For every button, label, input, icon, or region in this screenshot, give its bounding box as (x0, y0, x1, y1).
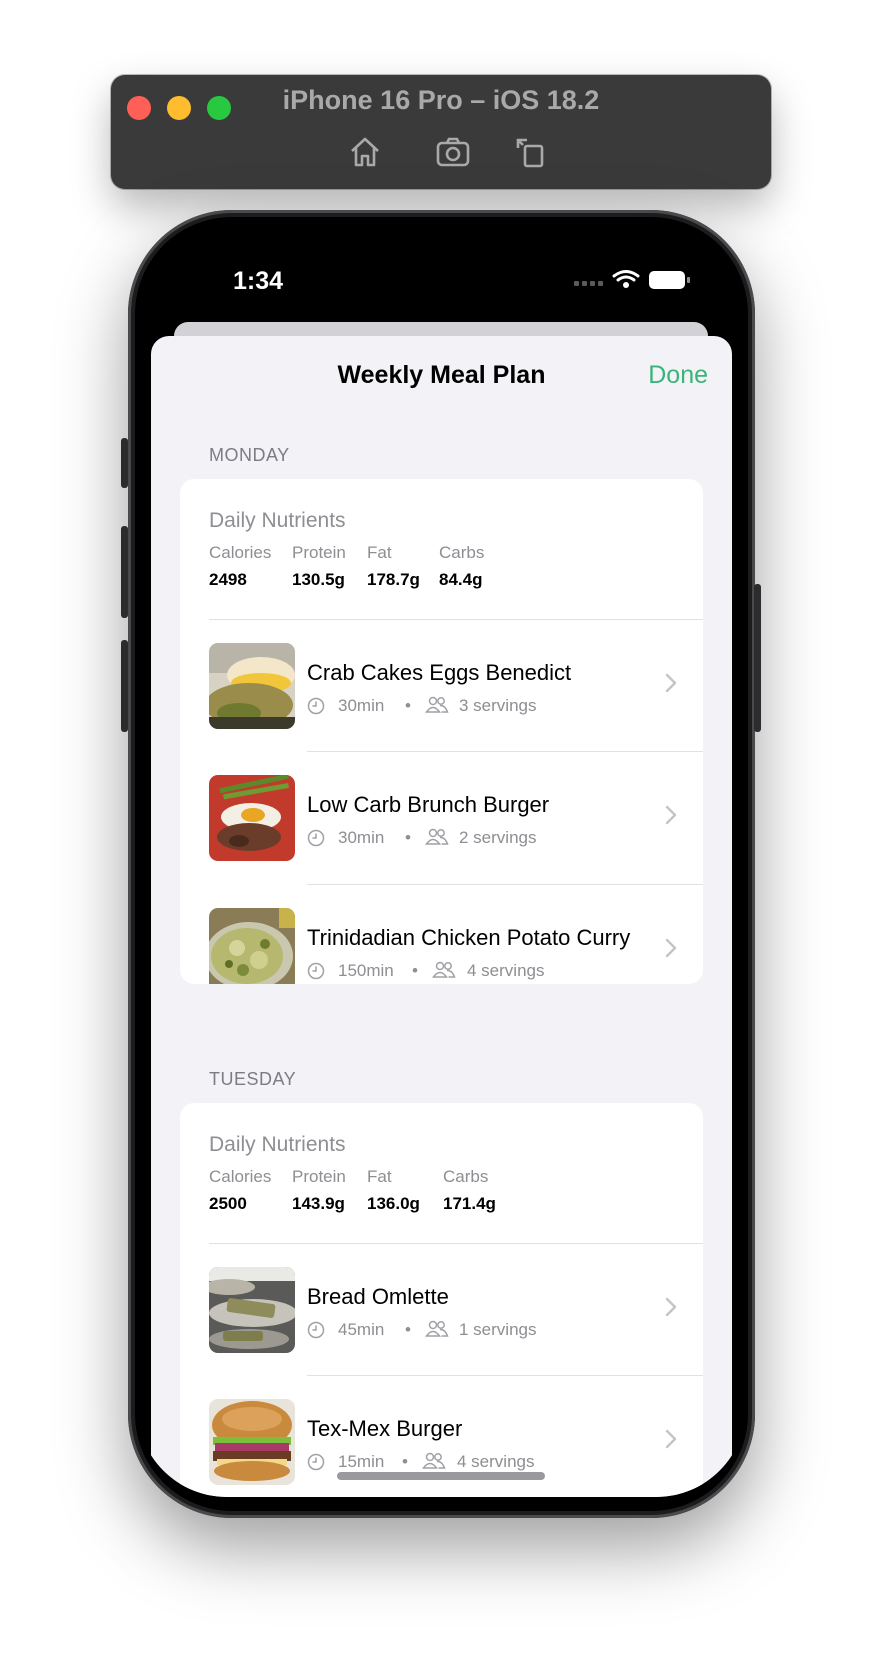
meal-name: Bread Omlette (307, 1284, 449, 1309)
separator-dot: • (412, 961, 418, 980)
nutrient-label-carbs: Carbs (439, 543, 485, 562)
simulator-title: iPhone 16 Pro – iOS 18.2 (282, 85, 600, 115)
people-icon (425, 1320, 449, 1343)
battery-icon (649, 271, 690, 289)
status-icons (574, 267, 694, 293)
nutrient-value-fat: 136.0g (367, 1194, 420, 1213)
meal-photo (209, 643, 295, 729)
volume-up-button (121, 526, 128, 618)
nutrient-value-protein: 130.5g (292, 570, 345, 589)
day-card-monday: Daily Nutrients Calories Protein Fat Car… (180, 479, 703, 984)
meal-photo (209, 1399, 295, 1485)
clock-icon (307, 829, 325, 852)
chevron-right-icon (665, 1429, 677, 1454)
meal-time: 15min (338, 1452, 385, 1471)
clock-icon (307, 1453, 325, 1476)
meal-servings: 2 servings (459, 828, 537, 847)
nutrient-label-fat: Fat (367, 543, 392, 562)
meal-time: 45min (338, 1320, 385, 1339)
meal-time: 150min (338, 961, 394, 980)
meal-row[interactable]: Bread Omlette 45min • 1 servings (180, 1244, 703, 1376)
nutrient-label-fat: Fat (367, 1167, 392, 1186)
power-button (754, 584, 761, 732)
clock-icon (307, 1321, 325, 1344)
meal-time: 30min (338, 828, 385, 847)
status-time: 1:34 (233, 267, 284, 295)
chevron-right-icon (665, 673, 677, 698)
meal-photo (209, 775, 295, 861)
nutrient-value-fat: 178.7g (367, 570, 420, 589)
separator-dot: • (402, 1452, 408, 1471)
page-title: Weekly Meal Plan (337, 361, 546, 389)
people-icon (432, 961, 456, 984)
meal-servings: 4 servings (457, 1452, 535, 1471)
home-icon[interactable] (347, 134, 383, 170)
rotate-icon[interactable] (513, 134, 549, 170)
simulator-title-bar: iPhone 16 Pro – iOS 18.2 (111, 75, 771, 189)
meal-name: Low Carb Brunch Burger (307, 792, 550, 817)
meal-plan-sheet: Weekly Meal Plan Done MONDAY Daily Nutri… (151, 336, 732, 1497)
phone-screen: 1:34 Weekly Meal Plan Done MONDAY Daily … (137, 219, 746, 1497)
meal-row[interactable]: Crab Cakes Eggs Benedict 30min • 3 servi… (180, 620, 703, 752)
nutrients-title: Daily Nutrients (209, 1133, 346, 1156)
meal-row[interactable]: Trinidadian Chicken Potato Curry 150min … (180, 885, 703, 984)
action-button (121, 438, 128, 488)
wifi-icon (612, 270, 640, 282)
meal-photo (209, 1267, 295, 1353)
section-header-monday: MONDAY (209, 445, 290, 465)
meal-name: Trinidadian Chicken Potato Curry (307, 925, 631, 950)
nutrient-value-protein: 143.9g (292, 1194, 345, 1213)
done-button[interactable]: Done (648, 361, 708, 390)
separator-dot: • (405, 828, 411, 847)
nutrient-value-carbs: 171.4g (443, 1194, 496, 1213)
meal-servings: 3 servings (459, 696, 537, 715)
meal-row[interactable]: Low Carb Brunch Burger 30min • 2 serving… (180, 752, 703, 884)
separator-dot: • (405, 1320, 411, 1339)
meal-name: Crab Cakes Eggs Benedict (307, 660, 572, 685)
clock-icon (307, 697, 325, 720)
nutrients-title: Daily Nutrients (209, 509, 346, 532)
nutrient-value-calories: 2500 (209, 1194, 247, 1213)
chevron-right-icon (665, 1297, 677, 1322)
meal-photo (209, 908, 295, 984)
people-icon (425, 828, 449, 851)
nutrient-value-carbs: 84.4g (439, 570, 483, 589)
section-header-tuesday: TUESDAY (209, 1069, 297, 1089)
meal-name: Tex-Mex Burger (307, 1416, 463, 1441)
chevron-right-icon (665, 938, 677, 963)
nutrient-label-calories: Calories (209, 1167, 272, 1186)
people-icon (425, 696, 449, 719)
nutrient-label-carbs: Carbs (443, 1167, 489, 1186)
day-card-tuesday: Daily Nutrients Calories Protein Fat Car… (180, 1103, 703, 1497)
cellular-icon (574, 281, 603, 286)
chevron-right-icon (665, 805, 677, 830)
screenshot-icon[interactable] (435, 134, 471, 170)
clock-icon (307, 962, 325, 984)
nutrient-value-calories: 2498 (209, 570, 247, 589)
meal-time: 30min (338, 696, 385, 715)
nutrient-label-calories: Calories (209, 543, 272, 562)
separator-dot: • (405, 696, 411, 715)
home-indicator[interactable] (337, 1472, 545, 1480)
volume-down-button (121, 640, 128, 732)
nutrient-label-protein: Protein (292, 543, 346, 562)
nutrient-label-protein: Protein (292, 1167, 346, 1186)
meal-servings: 4 servings (467, 961, 545, 980)
meal-servings: 1 servings (459, 1320, 537, 1339)
